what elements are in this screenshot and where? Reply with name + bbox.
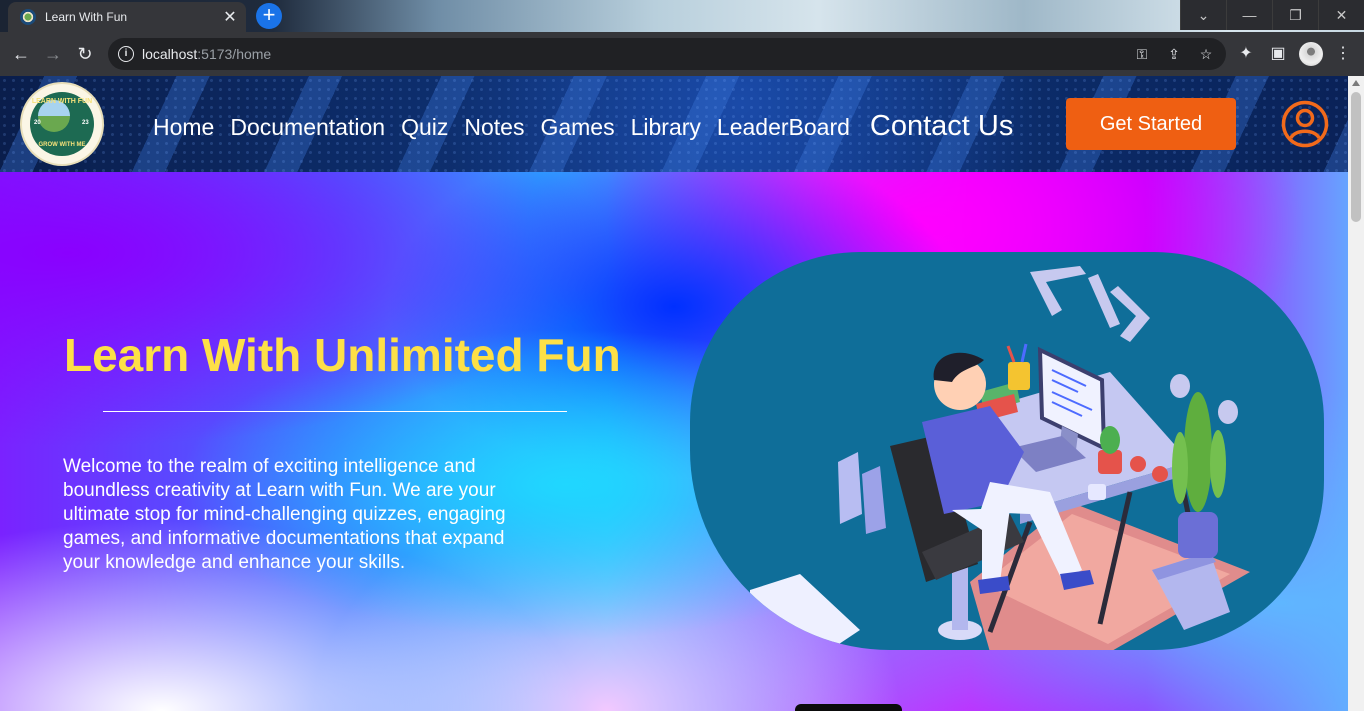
key-icon[interactable]: ⚿ <box>1132 44 1152 64</box>
profile-avatar[interactable] <box>1299 42 1323 66</box>
favicon-icon <box>20 9 36 25</box>
new-tab-button[interactable]: + <box>256 3 282 29</box>
get-started-button[interactable]: Get Started <box>1066 98 1236 150</box>
developer-at-desk-illustration <box>750 266 1250 650</box>
restore-icon[interactable]: ❐ <box>1272 0 1318 30</box>
main-nav: Home Documentation Quiz Notes Games Libr… <box>153 110 1029 143</box>
nav-library[interactable]: Library <box>631 114 701 141</box>
url-field[interactable]: i localhost:5173/home ⚿ ⇪ ☆ <box>108 38 1226 70</box>
side-panel-icon[interactable]: ▣ <box>1266 42 1290 66</box>
share-icon[interactable]: ⇪ <box>1164 44 1184 64</box>
window-controls: ⌄ — ❐ ✕ <box>1180 0 1364 30</box>
close-window-icon[interactable]: ✕ <box>1318 0 1364 30</box>
extensions-icon[interactable]: ✦ <box>1234 42 1258 66</box>
scroll-indicator <box>795 704 902 711</box>
address-bar: ← → ↻ i localhost:5173/home ⚿ ⇪ ☆ ✦ ▣ ⋮ <box>0 32 1364 76</box>
scrollbar-thumb[interactable] <box>1351 92 1361 222</box>
site-header: LEARN WITH FUN GROW WITH ME 20 23 Home D… <box>0 76 1348 172</box>
nav-documentation[interactable]: Documentation <box>230 114 385 141</box>
hero-illustration <box>690 252 1324 650</box>
page-scrollbar[interactable] <box>1348 76 1364 711</box>
scroll-up-icon[interactable] <box>1352 80 1360 86</box>
nav-games[interactable]: Games <box>540 114 614 141</box>
reload-icon[interactable]: ↻ <box>73 42 97 66</box>
hero-section: Learn With Unlimited Fun Welcome to the … <box>0 172 1348 711</box>
url-text: localhost:5173/home <box>142 46 272 62</box>
tab-search-icon[interactable]: ⌄ <box>1180 0 1226 30</box>
page-viewport: LEARN WITH FUN GROW WITH ME 20 23 Home D… <box>0 76 1348 711</box>
hero-title: Learn With Unlimited Fun <box>64 329 621 381</box>
hero-divider <box>103 411 567 412</box>
menu-dots-icon[interactable]: ⋮ <box>1331 42 1355 66</box>
back-icon[interactable]: ← <box>9 42 33 66</box>
logo[interactable]: LEARN WITH FUN GROW WITH ME 20 23 <box>22 84 102 164</box>
minimize-icon[interactable]: — <box>1226 0 1272 30</box>
site-info-icon[interactable]: i <box>118 46 134 62</box>
nav-contact-us[interactable]: Contact Us <box>870 110 1013 143</box>
forward-icon[interactable]: → <box>41 42 65 66</box>
browser-tab-bar: Learn With Fun ✕ + ⌄ — ❐ ✕ <box>0 0 1364 32</box>
nav-quiz[interactable]: Quiz <box>401 114 448 141</box>
browser-tab[interactable]: Learn With Fun ✕ <box>8 2 246 32</box>
close-tab-icon[interactable]: ✕ <box>220 7 240 27</box>
tab-title: Learn With Fun <box>45 10 128 24</box>
bookmark-star-icon[interactable]: ☆ <box>1196 44 1216 64</box>
nav-home[interactable]: Home <box>153 114 214 141</box>
hero-description: Welcome to the realm of exciting intelli… <box>63 456 506 573</box>
nav-notes[interactable]: Notes <box>464 114 524 141</box>
user-circle-icon[interactable] <box>1281 100 1329 148</box>
nav-leaderboard[interactable]: LeaderBoard <box>717 114 850 141</box>
